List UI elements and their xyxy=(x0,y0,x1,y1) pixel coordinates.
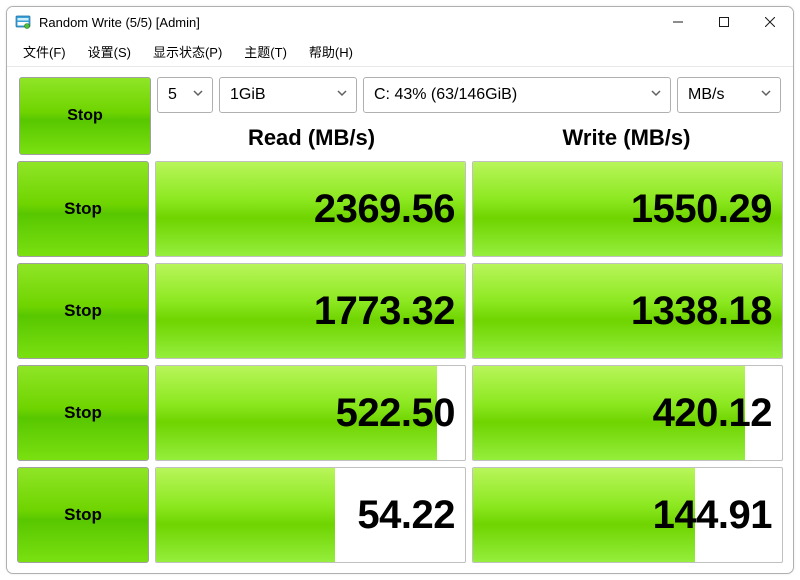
test-row-button-4[interactable]: Stop xyxy=(17,467,149,563)
menu-settings[interactable]: 设置(S) xyxy=(78,38,141,65)
write-cell-1: 1550.29 xyxy=(472,161,783,257)
chevron-down-icon xyxy=(760,86,772,104)
read-value-2: 1773.32 xyxy=(314,289,455,334)
read-cell-2: 1773.32 xyxy=(155,263,466,359)
test-row-button-2[interactable]: Stop xyxy=(17,263,149,359)
close-button[interactable] xyxy=(747,7,793,37)
read-cell-4: 54.22 xyxy=(155,467,466,563)
header-read: Read (MB/s) xyxy=(157,125,466,155)
run-all-button[interactable]: Stop xyxy=(19,77,151,155)
read-cell-3: 522.50 xyxy=(155,365,466,461)
drive-select[interactable]: C: 43% (63/146GiB) xyxy=(363,77,671,113)
chevron-down-icon xyxy=(650,86,662,104)
write-value-2: 1338.18 xyxy=(631,289,772,334)
read-value-1: 2369.56 xyxy=(314,187,455,232)
loops-value: 5 xyxy=(168,86,177,104)
table-row: Stop 1773.32 1338.18 xyxy=(17,263,783,359)
maximize-button[interactable] xyxy=(701,7,747,37)
menu-theme[interactable]: 主题(T) xyxy=(234,38,297,65)
write-cell-3: 420.12 xyxy=(472,365,783,461)
test-row-button-3[interactable]: Stop xyxy=(17,365,149,461)
table-row: Stop 2369.56 1550.29 xyxy=(17,161,783,257)
window-title: Random Write (5/5) [Admin] xyxy=(39,15,200,30)
menubar: 文件(F) 设置(S) 显示状态(P) 主题(T) 帮助(H) xyxy=(7,37,793,67)
write-value-1: 1550.29 xyxy=(631,187,772,232)
header-write: Write (MB/s) xyxy=(472,125,781,155)
read-cell-1: 2369.56 xyxy=(155,161,466,257)
menu-display[interactable]: 显示状态(P) xyxy=(143,38,232,65)
menu-help[interactable]: 帮助(H) xyxy=(299,38,363,65)
size-select[interactable]: 1GiB xyxy=(219,77,357,113)
read-value-3: 522.50 xyxy=(336,391,455,436)
write-value-4: 144.91 xyxy=(653,493,772,538)
size-value: 1GiB xyxy=(230,86,266,104)
menu-file[interactable]: 文件(F) xyxy=(13,38,76,65)
table-row: Stop 522.50 420.12 xyxy=(17,365,783,461)
results-table: Stop 2369.56 1550.29 Stop 1773.32 1338.1… xyxy=(7,161,793,573)
titlebar[interactable]: Random Write (5/5) [Admin] xyxy=(7,7,793,37)
write-cell-2: 1338.18 xyxy=(472,263,783,359)
chevron-down-icon xyxy=(336,86,348,104)
test-row-button-1[interactable]: Stop xyxy=(17,161,149,257)
loops-select[interactable]: 5 xyxy=(157,77,213,113)
app-window: Random Write (5/5) [Admin] 文件(F) 设置(S) 显… xyxy=(6,6,794,574)
write-cell-4: 144.91 xyxy=(472,467,783,563)
read-fill-4 xyxy=(156,468,335,562)
write-value-3: 420.12 xyxy=(653,391,772,436)
unit-value: MB/s xyxy=(688,86,724,104)
table-row: Stop 54.22 144.91 xyxy=(17,467,783,563)
drive-value: C: 43% (63/146GiB) xyxy=(374,86,517,104)
app-icon xyxy=(15,14,31,30)
unit-select[interactable]: MB/s xyxy=(677,77,781,113)
minimize-button[interactable] xyxy=(655,7,701,37)
chevron-down-icon xyxy=(192,86,204,104)
read-value-4: 54.22 xyxy=(357,493,455,538)
